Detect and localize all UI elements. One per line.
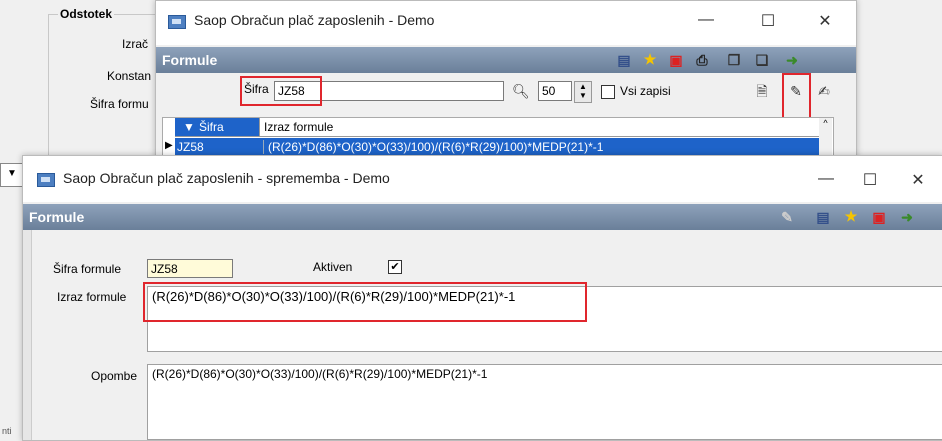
row-pointer-icon: ▶ [165, 140, 173, 151]
maximize-button[interactable]: ☐ [855, 170, 885, 190]
highlight-search [240, 76, 322, 106]
exit-icon[interactable]: ➜ [899, 209, 915, 225]
code-field[interactable]: JZ58 [147, 259, 233, 278]
window1-section-title: Formule [162, 52, 218, 68]
formule-list-window: Saop Obračun plač zaposlenih - Demo — ☐ … [155, 0, 857, 167]
minimize-button[interactable]: — [811, 170, 841, 188]
window1-title: Saop Obračun plač zaposlenih - Demo [194, 12, 435, 28]
grid-header-formula[interactable]: Izraz formule [260, 118, 820, 137]
all-records-checkbox[interactable] [601, 85, 615, 99]
table-icon[interactable]: ▤ [815, 209, 831, 225]
row-formula: (R(26)*D(86)*O(30)*O(33)/100)/(R(6)*R(29… [263, 140, 603, 154]
formule-edit-window: Saop Obračun plač zaposlenih - sprememba… [22, 155, 942, 441]
table-row[interactable]: JZ58 (R(26)*D(86)*O(30)*O(33)/100)/(R(6)… [175, 138, 831, 156]
grid-header-code[interactable]: ▼ Šifra [175, 118, 260, 137]
print-icon[interactable]: ⎙ [694, 52, 710, 68]
highlight-edit [782, 73, 811, 121]
window2-section-bar: Formule ✎ ▤ ★ ▣ ➜ [23, 204, 942, 230]
bg-bottom-text: nti [2, 426, 12, 436]
window2-section-title: Formule [29, 209, 85, 225]
search-icon[interactable]: 🔍︎ [512, 83, 530, 99]
window1-titlebar: Saop Obračun plač zaposlenih - Demo — ☐ … [156, 1, 856, 45]
active-label: Aktiven [313, 260, 353, 274]
window1-section-bar: Formule ▤ ★ ▣ ⎙ ❐ ❏ ➜ [156, 47, 856, 73]
left-strip [23, 230, 32, 440]
close-button[interactable]: ✕ [903, 170, 933, 190]
table-icon[interactable]: ▤ [616, 52, 632, 68]
delete-doc-icon[interactable]: ▣ [668, 52, 684, 68]
formula-label: Izraz formule [57, 290, 127, 304]
exit-icon[interactable]: ➜ [784, 52, 800, 68]
new-doc-icon[interactable]: 🗎︎ [754, 83, 770, 99]
notes-label: Opombe [91, 369, 138, 383]
star-icon[interactable]: ★ [642, 51, 658, 67]
maximize-button[interactable]: ☐ [753, 11, 783, 31]
percentage-groupbox [48, 14, 169, 156]
count-stepper[interactable]: ▲ ▼ [574, 81, 592, 103]
bg-label-izrac: Izrač [122, 37, 149, 51]
all-records-label: Vsi zapisi [620, 84, 671, 98]
code-label: Šifra formule [53, 262, 122, 276]
delete-doc-icon[interactable]: ▣ [871, 209, 887, 225]
app-icon [37, 173, 55, 187]
sort-down-icon: ▼ [183, 120, 195, 134]
star-icon[interactable]: ★ [843, 208, 859, 224]
bg-label-konstan: Konstan [107, 69, 152, 83]
bg-label-sifra: Šifra formu [90, 97, 149, 111]
edit-check-icon[interactable]: ✍︎ [816, 83, 832, 99]
edit-icon[interactable]: ✎ [779, 209, 795, 225]
notes-field[interactable]: (R(26)*D(86)*O(30)*O(33)/100)/(R(6)*R(29… [147, 364, 942, 440]
copy-icon[interactable]: ❐ [726, 52, 742, 68]
dropdown-arrow-icon[interactable]: ▼ [0, 163, 24, 187]
group-title: Odstotek [58, 7, 115, 21]
row-code: JZ58 [177, 140, 204, 154]
window2-titlebar: Saop Obračun plač zaposlenih - sprememba… [23, 156, 942, 202]
count-input[interactable]: 50 [538, 81, 572, 101]
window2-title: Saop Obračun plač zaposlenih - sprememba… [63, 170, 390, 186]
close-button[interactable]: ✕ [810, 11, 840, 31]
minimize-button[interactable]: — [691, 11, 721, 29]
paste-icon[interactable]: ❏ [754, 52, 770, 68]
active-checkbox[interactable]: ✔ [388, 260, 402, 274]
app-icon [168, 15, 186, 29]
highlight-formula [143, 282, 587, 322]
